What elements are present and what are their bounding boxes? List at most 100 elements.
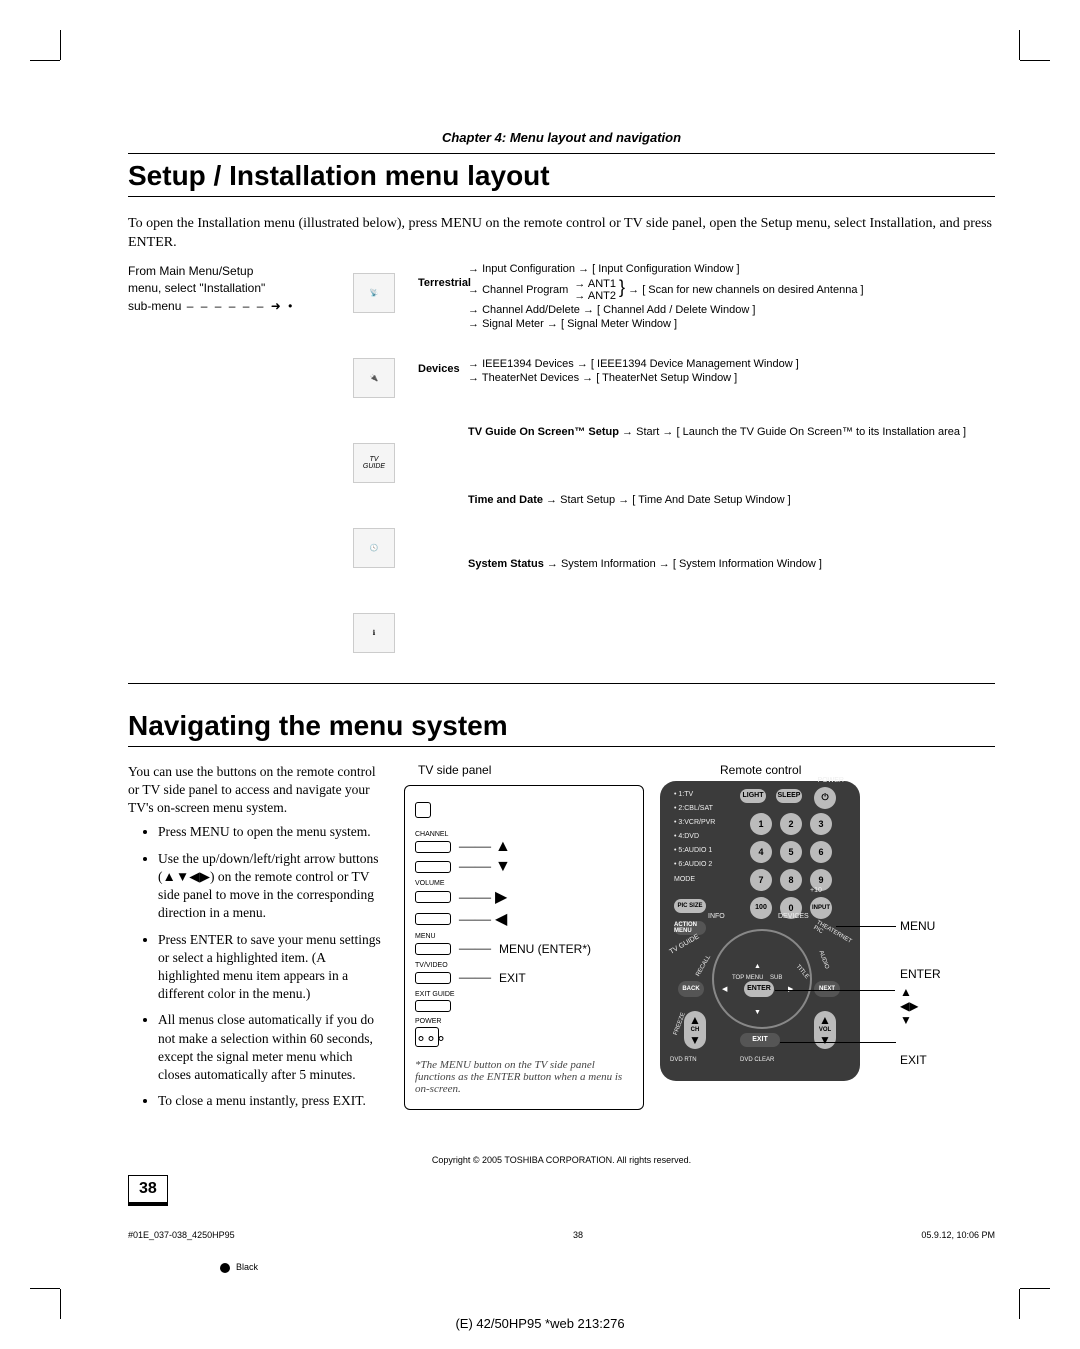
num-3[interactable]: 3: [810, 813, 832, 835]
signal-meter: Signal Meter: [482, 318, 544, 330]
audio-label: AUDIO: [817, 950, 829, 970]
tv-note: *The MENU button on the TV side panel fu…: [415, 1059, 622, 1095]
diagram-icon-devices: 🔌: [353, 358, 395, 398]
num-6[interactable]: 6: [810, 841, 832, 863]
chapter-title: Chapter 4: Menu layout and navigation: [128, 130, 995, 145]
light-button[interactable]: LIGHT: [740, 789, 766, 803]
num-1[interactable]: 1: [750, 813, 772, 835]
channel-add-delete-win: [ Channel Add / Delete Window ]: [597, 304, 755, 316]
diagram-label-devices: Devices: [418, 363, 460, 375]
tv-panel-caption: TV side panel: [418, 763, 644, 777]
tv-label-power: POWER: [415, 1018, 633, 1025]
plus10: +10: [810, 887, 822, 894]
back-button[interactable]: BACK: [678, 981, 704, 997]
theaternet: TheaterNet Devices: [482, 372, 579, 384]
nav-bullet-3: Press ENTER to save your menu settings o…: [158, 931, 388, 1004]
tv-label-exitguide: EXIT GUIDE: [415, 991, 633, 998]
diagram-caption-line1: From Main Menu/Setup: [128, 264, 253, 278]
tvguide-start: Start: [636, 426, 659, 438]
tv-menu-enter: MENU (ENTER*): [499, 942, 591, 956]
page-number: 38: [128, 1175, 168, 1206]
footer-page-small: 38: [573, 1230, 583, 1240]
timedate: Time and Date: [468, 494, 543, 506]
tvguide-setup: TV Guide On Screen™ Setup: [468, 426, 619, 438]
diagram-icon-terrestrial: 📡: [353, 273, 395, 313]
annot-enter: ENTER: [900, 967, 941, 981]
num-8[interactable]: 8: [780, 869, 802, 891]
setup-intro: To open the Installation menu (illustrat…: [128, 215, 995, 253]
scan-antenna: [ Scan for new channels on desired Anten…: [642, 284, 863, 296]
diagram-caption-line3: sub-menu – – – – – – ➜ •: [128, 299, 294, 313]
mode-vcr: 3:VCR/PVR: [678, 819, 715, 826]
info-label: INFO: [708, 913, 725, 920]
action-menu-button[interactable]: ACTION MENU: [674, 921, 706, 935]
mode-aud1: 5:AUDIO 1: [678, 847, 712, 854]
diagram-icon-timedate: 🕓: [353, 528, 395, 568]
ieee1394: IEEE1394 Devices: [482, 358, 574, 370]
num-7[interactable]: 7: [750, 869, 772, 891]
section-title-nav: Navigating the menu system: [128, 710, 995, 742]
remote-caption: Remote control: [720, 763, 995, 777]
next-button[interactable]: NEXT: [814, 981, 840, 997]
theaternet-pic-label: THEATERNET PIC: [812, 920, 860, 954]
menu-diagram: From Main Menu/Setup menu, select "Insta…: [128, 263, 995, 683]
recall-label: RECALL: [695, 954, 712, 977]
enter-button[interactable]: ENTER: [744, 981, 774, 997]
dvdclear-label: DVD CLEAR: [740, 1057, 774, 1063]
ch-rocker[interactable]: ▲CH▼: [684, 1011, 706, 1049]
signal-meter-win: [ Signal Meter Window ]: [561, 318, 677, 330]
section-title-setup: Setup / Installation menu layout: [128, 160, 995, 192]
mode-aud2: 6:AUDIO 2: [678, 861, 712, 868]
tv-exit: EXIT: [499, 971, 526, 985]
footer-file-id: #01E_037-038_4250HP95: [128, 1230, 235, 1240]
nav-bullet-1: Press MENU to open the menu system.: [158, 823, 388, 841]
num-5[interactable]: 5: [780, 841, 802, 863]
terrestrial-channel-program: Channel Program: [482, 284, 568, 296]
devices-label: DEVICES: [778, 913, 809, 920]
mode-btn: MODE: [674, 876, 695, 883]
nav-bullet-5: To close a menu instantly, press EXIT.: [158, 1092, 388, 1110]
annot-arrows: ▲◀▶▼: [900, 985, 918, 1027]
bottom-caption: (E) 42/50HP95 *web 213:276: [0, 1316, 1080, 1331]
btn-100[interactable]: 100: [750, 897, 772, 919]
sleep-button[interactable]: SLEEP: [776, 789, 802, 803]
annot-menu: MENU: [900, 919, 935, 933]
num-4[interactable]: 4: [750, 841, 772, 863]
tv-label-tvvideo: TV/VIDEO: [415, 962, 633, 969]
diagram-icon-systemstatus: ℹ: [353, 613, 395, 653]
systemstatus: System Status: [468, 558, 544, 570]
remote-panel: Remote control • 1:TV • 2:CBL/SAT • 3:VC…: [660, 763, 995, 1119]
num-2[interactable]: 2: [780, 813, 802, 835]
tvguide-label: TV GUIDE: [668, 933, 700, 956]
mode-cbl: 2:CBL/SAT: [678, 805, 713, 812]
input-button[interactable]: INPUT: [810, 897, 832, 919]
systemstatus-win: [ System Information Window ]: [673, 558, 822, 570]
terrestrial-input-config-win: [ Input Configuration Window ]: [592, 263, 739, 275]
vol-rocker[interactable]: ▲VOL▼: [814, 1011, 836, 1049]
tv-label-menu: MENU: [415, 933, 633, 940]
dvdrtn-label: DVD RTN: [670, 1057, 697, 1063]
tvguide-win: [ Launch the TV Guide On Screen™ to its …: [676, 426, 966, 438]
picsize-button[interactable]: PIC SIZE: [674, 899, 706, 913]
diagram-caption-line2: menu, select "Installation": [128, 281, 265, 295]
ant1: ANT1: [588, 278, 616, 290]
mode-tv: 1:TV: [678, 791, 693, 798]
timedate-win: [ Time And Date Setup Window ]: [632, 494, 790, 506]
exit-button[interactable]: EXIT: [740, 1033, 780, 1047]
theaternet-win: [ TheaterNet Setup Window ]: [596, 372, 737, 384]
nav-bullet-2: Use the up/down/left/right arrow buttons…: [158, 850, 388, 923]
channel-add-delete: Channel Add/Delete: [482, 304, 580, 316]
tv-side-panel: TV side panel CHANNEL —— ▲ —— ▼ VOLUME —…: [404, 763, 644, 1119]
footer-timestamp: 05.9.12, 10:06 PM: [921, 1230, 995, 1240]
diagram-label-terrestrial: Terrestrial: [418, 277, 471, 289]
tv-label-channel: CHANNEL: [415, 831, 633, 838]
timedate-start: Start Setup: [560, 494, 615, 506]
mode-dvd: 4:DVD: [678, 833, 699, 840]
nav-bullet-4: All menus close automatically if you do …: [158, 1011, 388, 1084]
diagram-icon-tvguide: TVGUIDE: [353, 443, 395, 483]
footer-black: Black: [236, 1262, 258, 1272]
power-label: POWER: [818, 777, 844, 784]
copyright: Copyright © 2005 TOSHIBA CORPORATION. Al…: [128, 1155, 995, 1165]
tv-label-volume: VOLUME: [415, 880, 633, 887]
power-button[interactable]: ⏻: [814, 787, 836, 809]
